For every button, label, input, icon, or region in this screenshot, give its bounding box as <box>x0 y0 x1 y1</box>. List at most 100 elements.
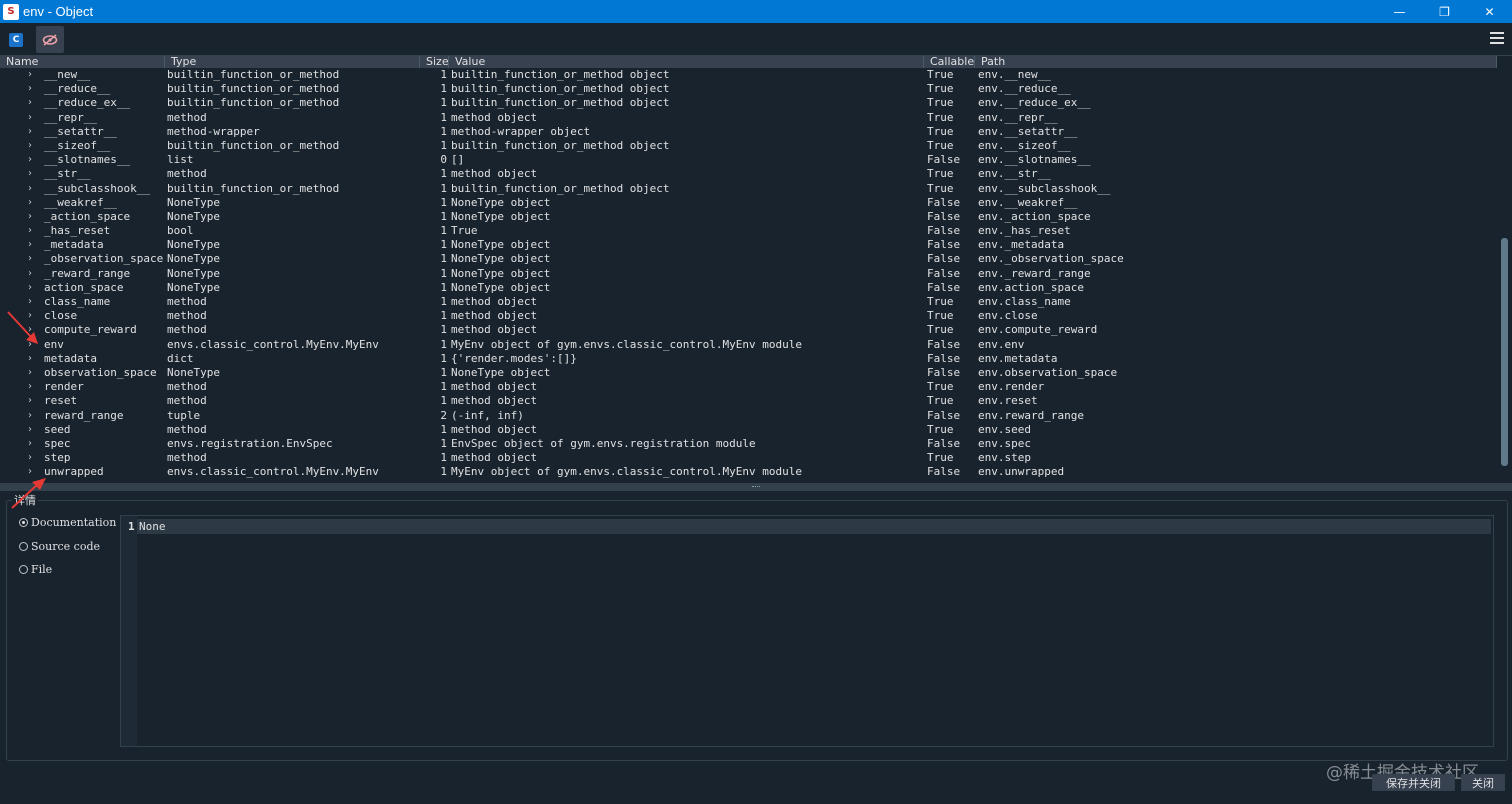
table-row[interactable]: › reward_range tuple 2 (-inf, inf) False env.r… <box>0 409 1497 423</box>
expand-arrow-icon[interactable]: › <box>28 196 32 210</box>
table-row[interactable]: › _action_space NoneType 1 NoneType object Fa… <box>0 210 1497 224</box>
column-header-size[interactable]: Size <box>420 56 449 68</box>
expand-arrow-icon[interactable]: › <box>28 111 32 125</box>
expand-arrow-icon[interactable]: › <box>28 352 32 366</box>
expand-arrow-icon[interactable]: › <box>28 451 32 465</box>
table-row[interactable]: › step method 1 method object True env.step <box>0 451 1497 465</box>
table-row[interactable]: › __reduce__ builtin_function_or_method 1 bu… <box>0 82 1497 96</box>
table-row[interactable]: › compute_reward method 1 method object True e… <box>0 323 1497 337</box>
table-row[interactable]: › _has_reset bool 1 True False env._has_reset <box>0 224 1497 238</box>
expand-arrow-icon[interactable]: › <box>28 309 32 323</box>
expand-arrow-icon[interactable]: › <box>28 210 32 224</box>
expand-arrow-icon[interactable]: › <box>28 224 32 238</box>
eye-off-icon <box>42 33 58 46</box>
window-controls: — ❐ ✕ <box>1377 0 1512 23</box>
maximize-button[interactable]: ❐ <box>1422 0 1467 23</box>
vertical-scrollbar[interactable] <box>1501 68 1508 473</box>
expand-arrow-icon[interactable]: › <box>28 409 32 423</box>
cell-path: env.unwrapped <box>978 465 1065 479</box>
table-row[interactable]: › _metadata NoneType 1 NoneType object False e… <box>0 238 1497 252</box>
table-row[interactable]: › __weakref__ NoneType 1 NoneType object Fals… <box>0 196 1497 210</box>
hamburger-menu-icon[interactable] <box>1490 32 1504 44</box>
cell-size: 1 <box>440 295 447 308</box>
table-row[interactable]: › class_name method 1 method object True env.c… <box>0 295 1497 309</box>
cell-path: env.metadata <box>978 351 1058 365</box>
table-row[interactable]: › observation_space NoneType 1 NoneType obje… <box>0 366 1497 380</box>
expand-arrow-icon[interactable]: › <box>28 394 32 408</box>
table-row[interactable]: › metadata dict 1 {'render.modes':[]} False en… <box>0 352 1497 366</box>
expand-arrow-icon[interactable]: › <box>28 96 32 110</box>
scrollbar-thumb[interactable] <box>1501 238 1508 466</box>
expand-arrow-icon[interactable]: › <box>28 366 32 380</box>
expand-arrow-icon[interactable]: › <box>28 182 32 196</box>
table-row[interactable]: › close method 1 method object True env.close <box>0 309 1497 323</box>
table-row[interactable]: › action_space NoneType 1 NoneType object Fal… <box>0 281 1497 295</box>
table-row[interactable]: › __repr__ method 1 method object True env.__r… <box>0 111 1497 125</box>
expand-arrow-icon[interactable]: › <box>28 437 32 451</box>
table-row[interactable]: › unwrapped envs.classic_control.MyEnv.MyE… <box>0 465 1497 479</box>
radio-file[interactable]: File <box>19 563 52 576</box>
expand-arrow-icon[interactable]: › <box>28 139 32 153</box>
panel-splitter[interactable] <box>0 483 1512 491</box>
expand-arrow-icon[interactable]: › <box>28 167 32 181</box>
show-code-button[interactable]: C <box>2 26 30 53</box>
cell-callable: True <box>927 138 954 152</box>
table-row[interactable]: › env envs.classic_control.MyEnv.MyEnv 1 MyE… <box>0 338 1497 352</box>
radio-documentation[interactable]: Documentation <box>19 516 116 529</box>
expand-arrow-icon[interactable]: › <box>28 238 32 252</box>
cell-size: 1 <box>440 110 447 124</box>
expand-arrow-icon[interactable]: › <box>28 423 32 437</box>
cell-type: NoneType <box>167 238 220 252</box>
table-row[interactable]: › __subclasshook__ builtin_function_or_met… <box>0 182 1497 196</box>
table-row[interactable]: › render method 1 method object True env.rende… <box>0 380 1497 394</box>
radio-source-code[interactable]: Source code <box>19 540 100 553</box>
save-and-close-button[interactable]: 保存并关闭 <box>1372 774 1455 791</box>
cell-callable: True <box>927 394 954 408</box>
cell-value: NoneType object <box>451 266 551 280</box>
editor-text[interactable]: None <box>139 520 166 533</box>
table-row[interactable]: › spec envs.registration.EnvSpec 1 EnvSpec o… <box>0 437 1497 451</box>
expand-arrow-icon[interactable]: › <box>28 153 32 167</box>
cell-callable: True <box>927 96 954 110</box>
splitter-handle[interactable] <box>752 486 760 488</box>
cell-path: env.class_name <box>978 295 1071 308</box>
table-row[interactable]: › seed method 1 method object True env.seed <box>0 423 1497 437</box>
column-header-type[interactable]: Type <box>165 56 420 68</box>
table-row[interactable]: › __setattr__ method-wrapper 1 method-wrappe… <box>0 125 1497 139</box>
expand-arrow-icon[interactable]: › <box>28 465 32 479</box>
table-row[interactable]: › __new__ builtin_function_or_method 1 built… <box>0 68 1497 82</box>
close-window-button[interactable]: ✕ <box>1467 0 1512 23</box>
table-row[interactable]: › _reward_range NoneType 1 NoneType object Fa… <box>0 267 1497 281</box>
cell-callable: True <box>927 309 954 323</box>
cell-value: builtin_function_or_method object <box>451 181 670 195</box>
table-row[interactable]: › __reduce_ex__ builtin_function_or_method… <box>0 96 1497 110</box>
table-row[interactable]: › __slotnames__ list 0 [] False env.__slotname… <box>0 153 1497 167</box>
table-row[interactable]: › __sizeof__ builtin_function_or_method 1 bu… <box>0 139 1497 153</box>
expand-arrow-icon[interactable]: › <box>28 380 32 394</box>
expand-arrow-icon[interactable]: › <box>28 68 32 82</box>
expand-arrow-icon[interactable]: › <box>28 125 32 139</box>
hide-attributes-button[interactable] <box>36 26 64 53</box>
minimize-button[interactable]: — <box>1377 0 1422 23</box>
expand-arrow-icon[interactable]: › <box>28 252 32 266</box>
expand-arrow-icon[interactable]: › <box>28 295 32 309</box>
expand-arrow-icon[interactable]: › <box>28 82 32 96</box>
line-gutter <box>121 516 137 746</box>
expand-arrow-icon[interactable]: › <box>28 281 32 295</box>
column-header-callable[interactable]: Callable <box>924 56 975 68</box>
table-row[interactable]: › _observation_space NoneType 1 NoneType obj… <box>0 252 1497 266</box>
code-icon: C <box>9 32 23 47</box>
documentation-editor[interactable]: 1 None <box>120 515 1494 747</box>
expand-arrow-icon[interactable]: › <box>28 267 32 281</box>
close-button[interactable]: 关闭 <box>1461 774 1505 791</box>
table-row[interactable]: › __str__ method 1 method object True env.__st… <box>0 167 1497 181</box>
column-header-value[interactable]: Value <box>449 56 924 68</box>
cell-callable: True <box>927 68 954 81</box>
radio-label: Source code <box>31 540 101 553</box>
table-row[interactable]: › reset method 1 method object True env.reset <box>0 394 1497 408</box>
expand-arrow-icon[interactable]: › <box>28 323 32 337</box>
expand-arrow-icon[interactable]: › <box>28 338 32 352</box>
cell-callable: True <box>927 124 954 138</box>
column-header-name[interactable]: Name <box>0 56 165 68</box>
column-header-path[interactable]: Path <box>975 56 1497 68</box>
